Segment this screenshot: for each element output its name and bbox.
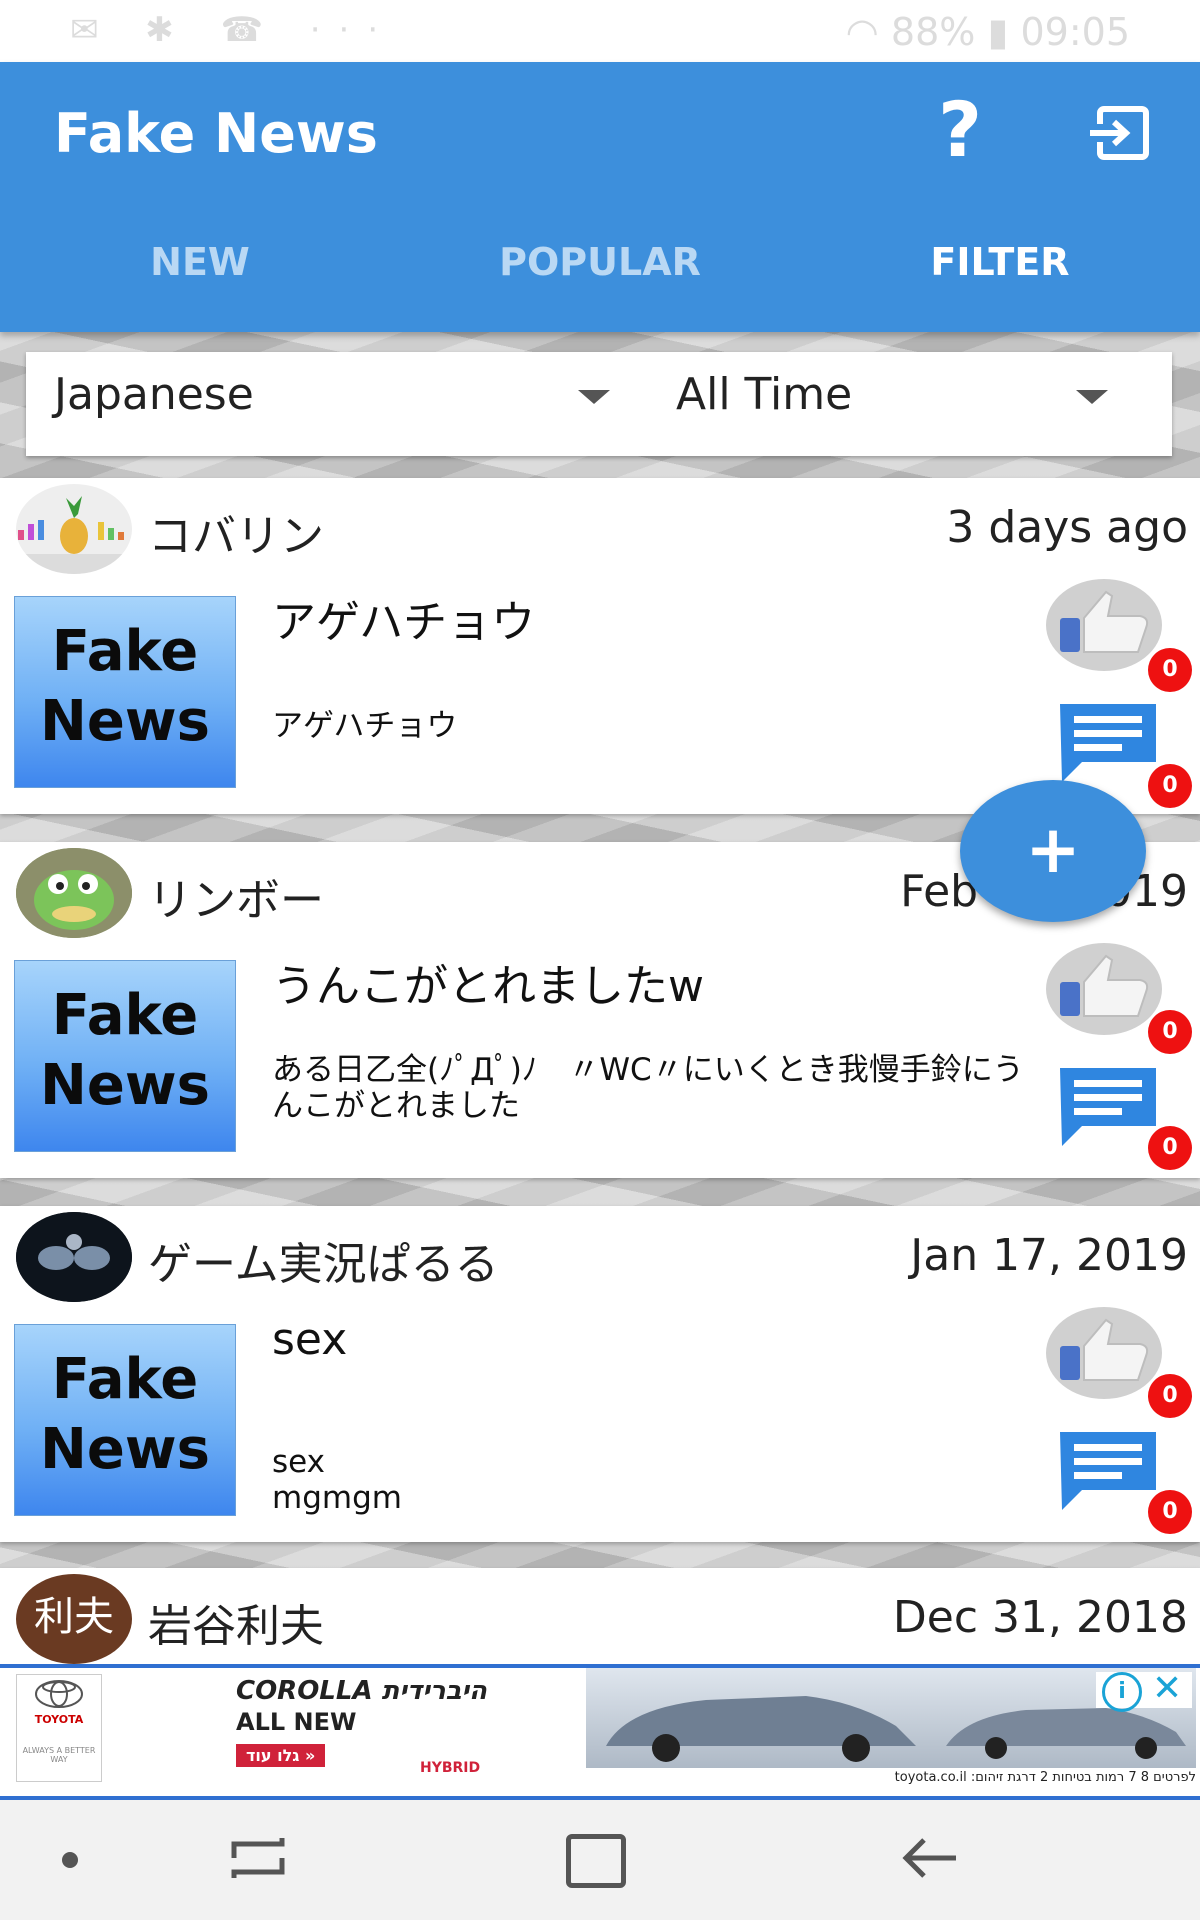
toyota-logo-icon [35, 1680, 83, 1708]
ad-cta-button[interactable]: גלו עוד » [236, 1744, 326, 1767]
post-title: うんこがとれましたw [272, 961, 704, 1012]
ad-headline: COROLLA היברידית [236, 1676, 487, 1706]
back-icon[interactable] [900, 1834, 960, 1882]
logout-icon [1090, 106, 1149, 160]
ad-headline-hebrew: היברידית [381, 1676, 488, 1706]
thumbnail-text-1: Fake [51, 619, 199, 684]
filter-panel: Japanese All Time [26, 352, 1172, 456]
thumbnail-text-2: News [40, 689, 210, 754]
avatar[interactable] [16, 1212, 132, 1302]
ad-logo: TOYOTA ALWAYS A BETTER WAY [16, 1674, 102, 1782]
frog-avatar-icon [16, 848, 132, 938]
ad-info-icon[interactable]: i [1102, 1672, 1142, 1712]
tab-popular[interactable]: POPULAR [400, 240, 800, 284]
logout-button[interactable] [1088, 106, 1150, 160]
post-thumbnail[interactable]: Fake News [14, 596, 236, 788]
post-card[interactable]: コバリン 3 days ago Fake News アゲハチョウ アゲハチョウ … [0, 478, 1200, 814]
comment-count-badge: 0 [1148, 764, 1192, 808]
ad-slogan: ALWAYS A BETTER WAY [22, 1746, 96, 1764]
thumbnail-text-2: News [40, 1417, 210, 1482]
post-username[interactable]: リンボー [148, 864, 324, 928]
post-card[interactable]: ゲーム実況ぱるる Jan 17, 2019 Fake News sex sex … [0, 1206, 1200, 1542]
like-button[interactable] [1046, 942, 1166, 1036]
thumbnail-text-1: Fake [51, 983, 199, 1048]
status-bar: ✉ ✱ ☎ ··· ◠ 88% ▮ 09:05 [0, 0, 1200, 62]
comment-button[interactable] [1056, 1428, 1160, 1512]
post-thumbnail[interactable]: Fake News [14, 1324, 236, 1516]
period-value: All Time [676, 369, 853, 420]
home-icon[interactable] [566, 1834, 626, 1888]
like-count-badge: 0 [1148, 1374, 1192, 1418]
thumbs-up-icon [1046, 579, 1162, 671]
ad-headline-model: COROLLA [236, 1676, 373, 1706]
comment-icon [1060, 1068, 1156, 1146]
avatar[interactable] [16, 848, 132, 938]
tab-new[interactable]: NEW [0, 240, 400, 284]
add-post-button[interactable]: + [960, 780, 1146, 922]
chevron-down-icon [1076, 390, 1108, 404]
avatar[interactable]: 利夫 [16, 1574, 132, 1664]
post-body: ある日乙全(ﾉﾟДﾟ)ﾉ 〃WC〃にいくとき我慢手鈴にうんこがとれました [272, 1052, 1024, 1124]
ad-close-icon[interactable]: ✕ [1152, 1668, 1182, 1709]
post-username[interactable]: コバリン [148, 500, 324, 564]
wifi-icon: ◠ [845, 10, 879, 54]
ad-brand: TOYOTA [34, 1713, 84, 1726]
comment-icon [1060, 704, 1156, 782]
like-count-badge: 0 [1148, 648, 1192, 692]
gaming-avatar-icon [16, 1212, 132, 1302]
language-value: Japanese [54, 369, 254, 420]
post-title: アゲハチョウ [272, 597, 536, 648]
comment-button[interactable] [1056, 700, 1160, 784]
app-bar: Fake News ? NEW POPULAR FILTER [0, 62, 1200, 332]
post-username[interactable]: ゲーム実況ぱるる [148, 1228, 499, 1292]
help-button[interactable]: ? [930, 90, 990, 170]
post-date: 3 days ago [946, 502, 1188, 553]
post-date: Jan 17, 2019 [910, 1230, 1188, 1281]
clock: 09:05 [1020, 10, 1130, 54]
battery-level: 88% [890, 10, 976, 54]
ad-hybrid-label: HYBRID [420, 1760, 481, 1776]
status-right: ◠ 88% ▮ 09:05 [846, 10, 1130, 54]
comment-count-badge: 0 [1148, 1126, 1192, 1170]
notification-icons: ✉ ✱ ☎ ··· [70, 10, 397, 50]
ad-footer: toyota.co.il :לפרטים 8 7 רמות בטיחות 2 ד… [790, 1770, 1196, 1790]
app-title: Fake News [54, 102, 378, 165]
avatar[interactable] [16, 484, 132, 574]
chevron-down-icon [578, 390, 610, 404]
post-thumbnail[interactable]: Fake News [14, 960, 236, 1152]
post-title: sex [272, 1314, 348, 1365]
like-button[interactable] [1046, 578, 1166, 672]
post-body: sex mgmgm [272, 1444, 402, 1516]
period-dropdown[interactable]: All Time [676, 360, 1146, 440]
comment-count-badge: 0 [1148, 1490, 1192, 1534]
like-button[interactable] [1046, 1306, 1166, 1400]
post-body: アゲハチョウ [272, 708, 458, 744]
recent-apps-icon[interactable] [230, 1834, 286, 1882]
ad-banner[interactable]: TOYOTA ALWAYS A BETTER WAY COROLLA היברי… [0, 1664, 1200, 1800]
tab-filter[interactable]: FILTER [800, 240, 1200, 284]
thumbs-up-icon [1046, 943, 1162, 1035]
comment-icon [1060, 1432, 1156, 1510]
thumbnail-text-2: News [40, 1053, 210, 1118]
thumbs-up-icon [1046, 1307, 1162, 1399]
language-dropdown[interactable]: Japanese [54, 360, 614, 440]
pineapple-avatar-icon [16, 496, 132, 574]
post-card[interactable]: 利夫 岩谷利夫 Dec 31, 2018 [0, 1568, 1200, 1664]
post-date: Dec 31, 2018 [892, 1592, 1188, 1643]
ad-controls: i ✕ [1096, 1668, 1192, 1712]
ad-subheadline: ALL NEW [236, 1708, 357, 1736]
thumbnail-text-1: Fake [51, 1347, 199, 1412]
dot-icon[interactable] [62, 1852, 78, 1868]
system-nav-bar [0, 1800, 1200, 1920]
post-username[interactable]: 岩谷利夫 [148, 1590, 324, 1654]
like-count-badge: 0 [1148, 1010, 1192, 1054]
comment-button[interactable] [1056, 1064, 1160, 1148]
battery-icon: ▮ [987, 10, 1009, 54]
